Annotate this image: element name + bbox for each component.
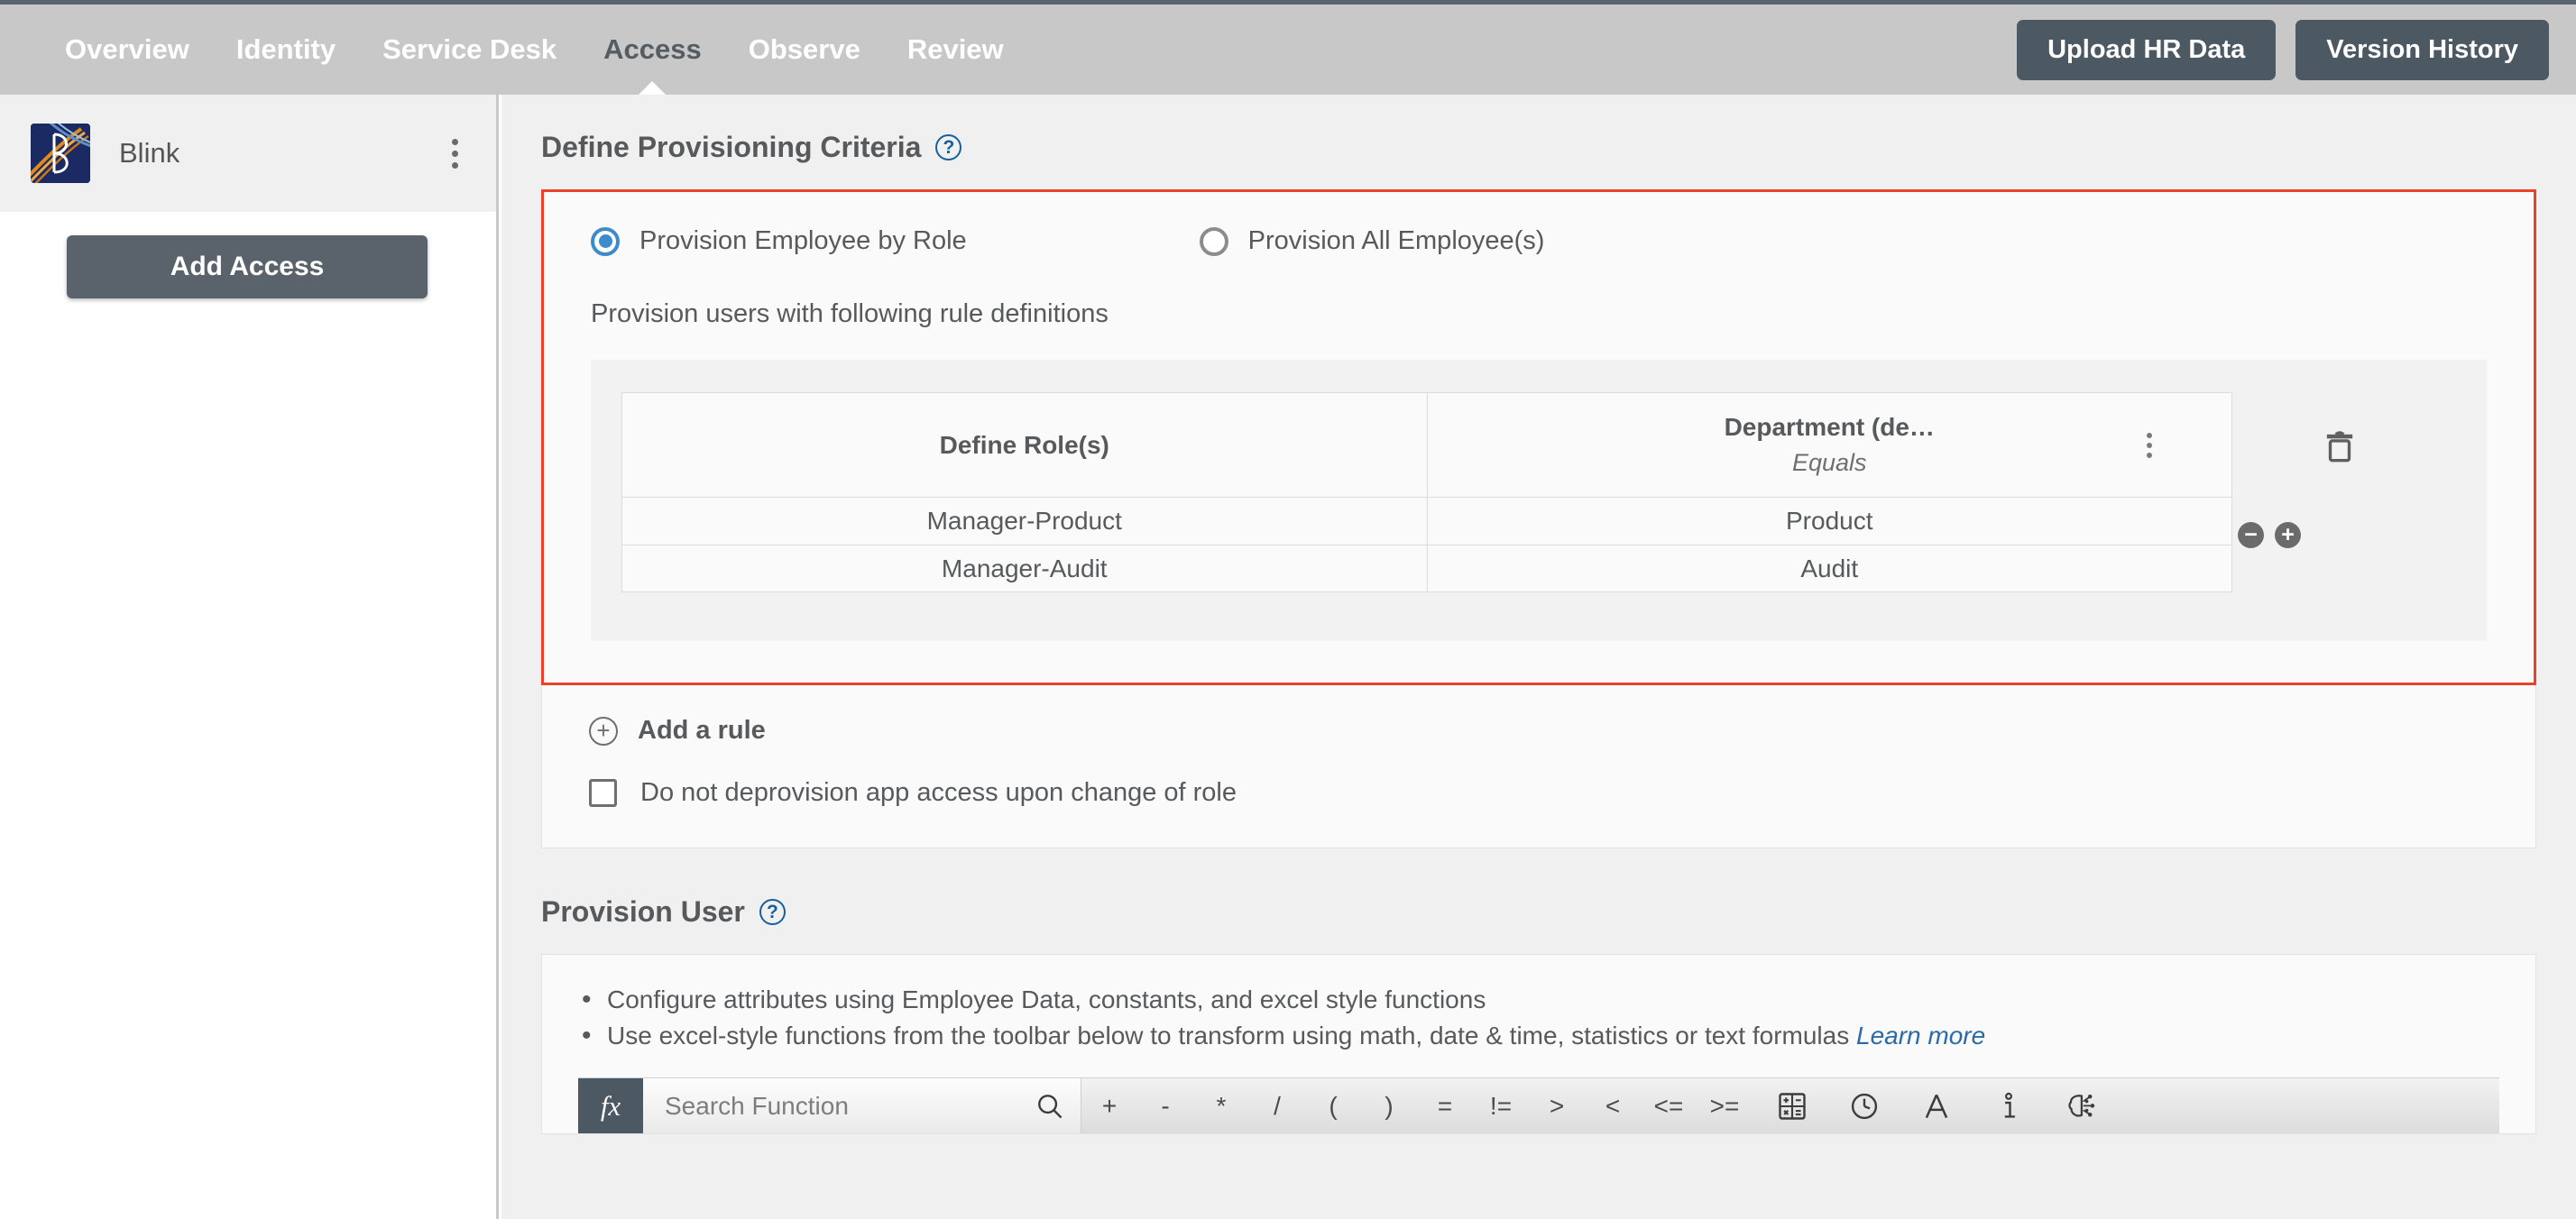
main-content: Define Provisioning Criteria ? Provision… xyxy=(501,95,2576,1219)
nav-items: Overview Identity Service Desk Access Ob… xyxy=(41,5,1027,95)
cell-department[interactable]: Product xyxy=(1426,498,2232,545)
table-row: Manager-Audit Audit xyxy=(622,545,2231,591)
add-a-rule-button[interactable]: + Add a rule xyxy=(589,716,2489,746)
operator-buttons: + - * / ( ) = != > < <= >= xyxy=(1081,1078,1753,1133)
question-circle-icon[interactable]: ? xyxy=(935,134,962,160)
operator-plus[interactable]: + xyxy=(1081,1092,1137,1121)
plus-circle-icon: + xyxy=(589,716,618,746)
text-a-icon[interactable] xyxy=(1920,1090,1953,1123)
operator-equals[interactable]: = xyxy=(1417,1092,1473,1121)
define-provisioning-criteria-header: Define Provisioning Criteria ? xyxy=(541,131,2536,164)
column-header-department[interactable]: Department (de… Equals xyxy=(1426,393,2232,497)
sidebar: Blink Add Access xyxy=(0,95,499,1219)
operator-not-equals[interactable]: != xyxy=(1473,1092,1529,1121)
remove-row-button[interactable]: − xyxy=(2238,522,2264,548)
nav-item-access[interactable]: Access xyxy=(580,5,725,95)
search-function-field[interactable] xyxy=(643,1078,1081,1133)
info-icon[interactable] xyxy=(1992,1090,2025,1123)
calculator-icon[interactable] xyxy=(1776,1090,1808,1123)
nav-item-identity[interactable]: Identity xyxy=(213,5,359,95)
page-title: Define Provisioning Criteria xyxy=(541,131,922,163)
provision-user-bullets: Configure attributes using Employee Data… xyxy=(542,982,2535,1077)
add-row-button[interactable]: + xyxy=(2275,522,2301,548)
operator-divide[interactable]: / xyxy=(1249,1092,1305,1121)
provision-user-header: Provision User ? xyxy=(541,895,2536,929)
deprovision-checkbox[interactable] xyxy=(589,779,617,807)
rule-table-header: Define Role(s) Department (de… Equals xyxy=(622,393,2231,498)
app-more-options-icon[interactable] xyxy=(445,132,465,176)
radio-selected-icon[interactable] xyxy=(591,226,620,256)
cell-department[interactable]: Audit xyxy=(1426,545,2232,591)
formula-category-icons xyxy=(1776,1078,2097,1133)
deprovision-checkbox-row[interactable]: Do not deprovision app access upon chang… xyxy=(589,778,2489,808)
blink-logo-svg xyxy=(31,124,90,183)
operator-less-than[interactable]: < xyxy=(1585,1092,1641,1121)
list-item: Use excel-style functions from the toolb… xyxy=(578,1018,2535,1054)
top-navigation-bar: Overview Identity Service Desk Access Ob… xyxy=(0,0,2576,95)
list-item: Configure attributes using Employee Data… xyxy=(578,982,2535,1018)
rule-table: Define Role(s) Department (de… Equals Ma… xyxy=(621,392,2232,592)
radio-unselected-icon[interactable] xyxy=(1199,226,1228,256)
provisioning-mode-radio-group: Provision Employee by Role Provision All… xyxy=(591,226,2487,256)
search-icon[interactable] xyxy=(1035,1092,1064,1121)
formula-toolbar: fx + - * / ( ) = != > < <= >= xyxy=(578,1077,2499,1133)
nav-item-service-desk[interactable]: Service Desk xyxy=(359,5,580,95)
add-access-wrapper: Add Access xyxy=(0,212,496,298)
fx-button[interactable]: fx xyxy=(578,1078,643,1133)
radio-provision-all-employees-label: Provision All Employee(s) xyxy=(1247,226,1545,255)
operator-greater-than[interactable]: > xyxy=(1529,1092,1585,1121)
row-stepper-group: − + xyxy=(2238,522,2301,548)
app-card-blink[interactable]: Blink xyxy=(0,95,496,212)
bullet-text-2: Use excel-style functions from the toolb… xyxy=(607,1022,1850,1049)
provisioning-criteria-panel: Provision Employee by Role Provision All… xyxy=(541,189,2536,685)
rule-inner: Define Role(s) Department (de… Equals Ma… xyxy=(591,392,2487,592)
column-header-department-label: Department (de… xyxy=(1724,413,1935,441)
column-header-define-roles-label: Define Role(s) xyxy=(939,430,1109,459)
operator-multiply[interactable]: * xyxy=(1193,1092,1249,1121)
version-history-button[interactable]: Version History xyxy=(2295,19,2549,80)
operator-minus[interactable]: - xyxy=(1137,1092,1193,1121)
rules-footer-panel: + Add a rule Do not deprovision app acce… xyxy=(541,685,2536,848)
operator-close-paren[interactable]: ) xyxy=(1361,1092,1417,1121)
nav-item-observe[interactable]: Observe xyxy=(725,5,884,95)
cell-role[interactable]: Manager-Product xyxy=(622,498,1427,545)
rule-definition-box: Define Role(s) Department (de… Equals Ma… xyxy=(591,360,2487,641)
nav-item-review[interactable]: Review xyxy=(884,5,1027,95)
topbar-actions: Upload HR Data Version History xyxy=(2017,19,2549,80)
provision-user-panel: Configure attributes using Employee Data… xyxy=(541,954,2536,1134)
column-more-options-icon[interactable] xyxy=(2141,427,2157,463)
learn-more-link[interactable]: Learn more xyxy=(1856,1022,1985,1049)
operator-less-equal[interactable]: <= xyxy=(1641,1092,1697,1121)
nav-item-overview[interactable]: Overview xyxy=(41,5,213,95)
search-function-input[interactable] xyxy=(665,1091,1035,1121)
cell-role[interactable]: Manager-Audit xyxy=(622,545,1427,591)
bullet-text-1: Configure attributes using Employee Data… xyxy=(607,985,1486,1013)
table-row: Manager-Product Product xyxy=(622,498,2231,545)
blink-logo xyxy=(31,124,90,183)
trash-icon[interactable] xyxy=(2324,430,2355,463)
app-name-label: Blink xyxy=(119,137,180,169)
radio-provision-by-role[interactable]: Provision Employee by Role xyxy=(591,226,967,256)
add-access-button[interactable]: Add Access xyxy=(67,235,428,298)
brain-ai-icon[interactable] xyxy=(2065,1090,2097,1123)
deprovision-checkbox-label: Do not deprovision app access upon chang… xyxy=(640,778,1237,807)
provision-user-title: Provision User xyxy=(541,895,745,928)
operator-open-paren[interactable]: ( xyxy=(1305,1092,1361,1121)
column-header-define-roles[interactable]: Define Role(s) xyxy=(622,393,1427,497)
question-circle-icon[interactable]: ? xyxy=(759,899,786,925)
radio-provision-all-employees[interactable]: Provision All Employee(s) xyxy=(1199,226,1545,256)
operator-greater-equal[interactable]: >= xyxy=(1697,1092,1753,1121)
upload-hr-data-button[interactable]: Upload HR Data xyxy=(2017,19,2277,80)
add-a-rule-label: Add a rule xyxy=(638,716,766,745)
clock-icon[interactable] xyxy=(1848,1090,1881,1123)
column-header-department-operator: Equals xyxy=(1791,449,1867,476)
radio-provision-by-role-label: Provision Employee by Role xyxy=(639,226,967,255)
rule-definitions-subtitle: Provision users with following rule defi… xyxy=(591,299,1109,328)
